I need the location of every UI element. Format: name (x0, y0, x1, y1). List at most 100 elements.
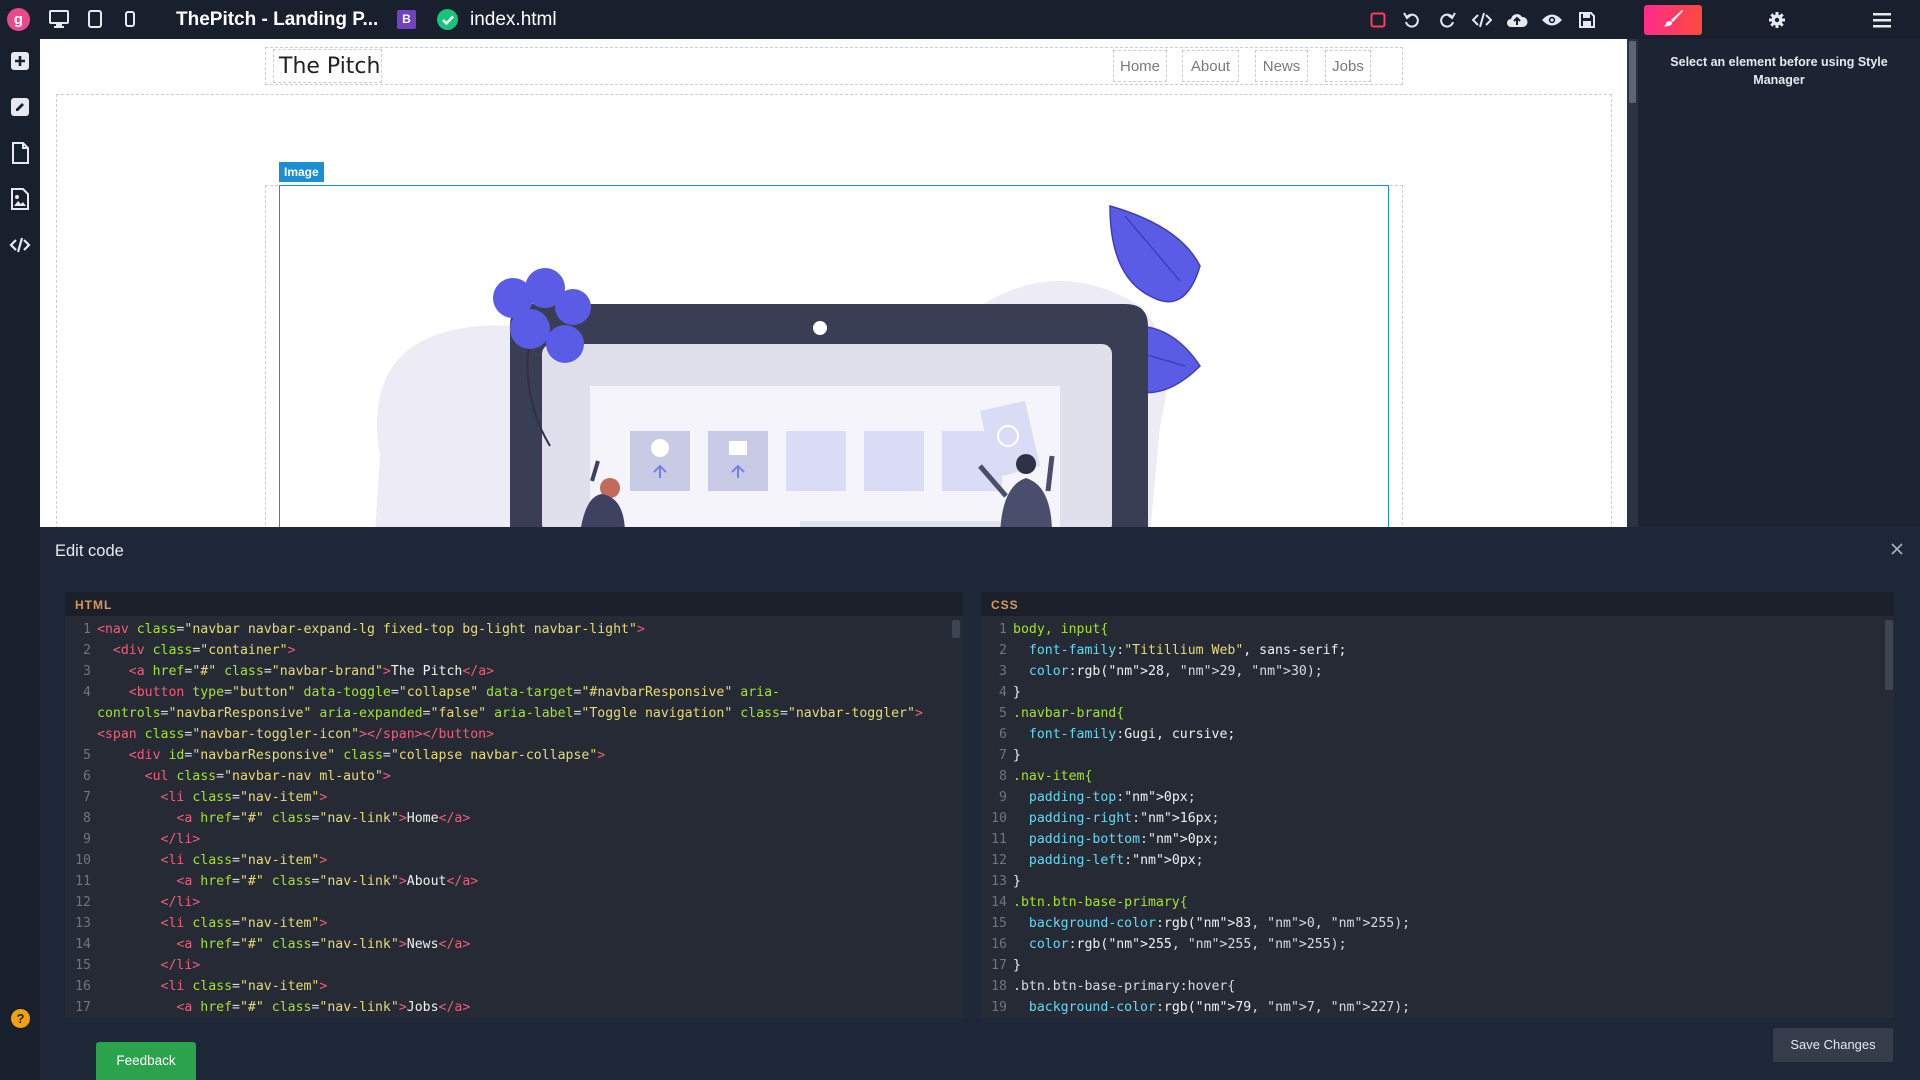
html-code-line[interactable]: 16 <li class="nav-item"> (65, 976, 963, 997)
save-changes-button[interactable]: Save Changes (1773, 1028, 1893, 1062)
code-text: .navbar-brand{ (1013, 706, 1125, 721)
css-code-line[interactable]: 19 background-color:rgb("nm">79, "nm">7,… (981, 997, 1894, 1018)
feedback-button[interactable]: Feedback (96, 1042, 196, 1080)
css-code-line[interactable]: 8 .nav-item{ (981, 766, 1894, 787)
style-manager-button[interactable] (1644, 5, 1702, 35)
css-code-line[interactable]: 13} (981, 871, 1894, 892)
line-number: 16 (75, 979, 91, 994)
bootstrap-badge: B (397, 10, 416, 29)
line-number: 9 (999, 790, 1007, 805)
css-code-line[interactable]: 6 font-family:Gugi, cursive; (981, 724, 1894, 745)
css-code-line[interactable]: 12 padding-left:"nm">0px; (981, 850, 1894, 871)
html-code-line[interactable]: 13 <li class="nav-item"> (65, 913, 963, 934)
edit-code-modal: Edit code HTML 1 <nav class="navbar navba… (40, 527, 1920, 1080)
css-scrollbar[interactable] (1885, 620, 1893, 690)
editor-canvas[interactable]: The Pitch Home About News Jobs Image (40, 39, 1627, 527)
edit-icon[interactable] (9, 96, 31, 118)
css-code-line[interactable]: 3 color:rgb("nm">28, "nm">29, "nm">30); (981, 661, 1894, 682)
code-icon[interactable] (9, 234, 31, 256)
css-code-line[interactable]: 18 .btn.btn-base-primary:hover{ (981, 976, 1894, 997)
add-block-icon[interactable] (9, 50, 31, 72)
css-code-line[interactable]: 2 font-family:"Titillium Web", sans-seri… (981, 640, 1894, 661)
code-text: <div id="navbarResponsive" class="collap… (128, 748, 606, 763)
line-number: 12 (75, 895, 91, 910)
line-number: 3 (83, 664, 91, 679)
line-number: 6 (83, 769, 91, 784)
css-code-line[interactable]: 9 padding-top:"nm">0px; (981, 787, 1894, 808)
line-number: 6 (999, 727, 1007, 742)
html-code-line[interactable]: 14 <a href="#" class="nav-link">News</a> (65, 934, 963, 955)
code-icon[interactable] (1470, 8, 1494, 32)
html-code-line[interactable]: 8 <a href="#" class="nav-link">Home</a> (65, 808, 963, 829)
html-code-line[interactable]: 7 <li class="nav-item"> (65, 787, 963, 808)
hero-image[interactable] (279, 185, 1389, 527)
html-code-line[interactable]: 12 </li> (65, 892, 963, 913)
html-code-line[interactable]: 1 <nav class="navbar navbar-expand-lg fix… (65, 619, 963, 640)
html-editor-panel[interactable]: HTML 1 <nav class="navbar navbar-expand-l… (65, 592, 963, 1018)
save-icon[interactable] (1575, 8, 1599, 32)
html-code-line[interactable]: 6 <ul class="navbar-nav ml-auto"> (65, 766, 963, 787)
project-title: ThePitch - Landing P... (176, 9, 379, 30)
canvas-scrollbar[interactable] (1627, 39, 1638, 527)
css-code-line[interactable]: 14 .btn.btn-base-primary{ (981, 892, 1894, 913)
nav-link-about[interactable]: About (1182, 50, 1239, 82)
nav-link-jobs[interactable]: Jobs (1325, 50, 1371, 82)
html-code-line[interactable]: 15 </li> (65, 955, 963, 976)
html-code-editor[interactable]: 1 <nav class="navbar navbar-expand-lg fix… (65, 616, 963, 1018)
desktop-icon[interactable] (48, 8, 70, 30)
line-number: 15 (991, 916, 1007, 931)
css-code-line[interactable]: 11 padding-bottom:"nm">0px; (981, 829, 1894, 850)
css-code-line[interactable]: 10 padding-right:"nm">16px; (981, 808, 1894, 829)
code-text: } (1013, 685, 1021, 700)
question-icon[interactable]: ? (11, 1009, 30, 1028)
css-code-editor[interactable]: 1 body, input{2 font-family:"Titillium We… (981, 616, 1894, 1018)
eye-icon[interactable] (1540, 8, 1564, 32)
image-gallery-icon[interactable] (9, 188, 31, 210)
tablet-icon[interactable] (84, 8, 106, 30)
close-icon[interactable] (1887, 539, 1907, 559)
css-code-line[interactable]: 7} (981, 745, 1894, 766)
line-number: 13 (991, 874, 1007, 889)
code-text: .btn.btn-base-primary{ (1013, 895, 1188, 910)
cloud-upload-icon[interactable] (1505, 8, 1529, 32)
mobile-icon[interactable] (119, 8, 141, 30)
navbar-brand[interactable]: The Pitch (279, 54, 380, 79)
html-code-line[interactable]: 17 <a href="#" class="nav-link">Jobs</a> (65, 997, 963, 1018)
html-code-line[interactable]: 2 <div class="container"> (65, 640, 963, 661)
app-logo[interactable]: g (7, 8, 30, 31)
nav-link-news[interactable]: News (1255, 50, 1308, 82)
css-code-line[interactable]: 1 body, input{ (981, 619, 1894, 640)
css-code-line[interactable]: 15 background-color:rgb("nm">83, "nm">0,… (981, 913, 1894, 934)
css-editor-panel[interactable]: CSS 1 body, input{2 font-family:"Titilliu… (981, 592, 1894, 1018)
html-code-line[interactable]: 5 <div id="navbarResponsive" class="coll… (65, 745, 963, 766)
line-number: 4 (999, 685, 1007, 700)
css-code-line[interactable]: 17} (981, 955, 1894, 976)
style-manager-panel: Select an element before using Style Man… (1638, 39, 1920, 527)
undo-icon[interactable] (1400, 8, 1424, 32)
file-name[interactable]: index.html (470, 9, 557, 31)
top-toolbar: g ThePitch - Landing P... B index.html (0, 0, 1920, 39)
line-number: 12 (991, 853, 1007, 868)
code-text: padding-right:"nm">16px; (1028, 811, 1220, 826)
css-code-line[interactable]: 5 .navbar-brand{ (981, 703, 1894, 724)
code-text: <li class="nav-item"> (160, 790, 328, 805)
html-code-line[interactable]: 11 <a href="#" class="nav-link">About</a… (65, 871, 963, 892)
square-outline-icon[interactable] (1366, 8, 1390, 32)
css-code-line[interactable]: 4} (981, 682, 1894, 703)
code-text: <ul class="navbar-nav ml-auto"> (144, 769, 391, 784)
code-text: } (1013, 958, 1021, 973)
html-scrollbar[interactable] (952, 620, 960, 638)
html-code-line[interactable]: 4 <button type="button" data-toggle="col… (65, 682, 963, 745)
gear-icon[interactable] (1765, 8, 1789, 32)
html-code-line[interactable]: 10 <li class="nav-item"> (65, 850, 963, 871)
canvas-scrollbar-thumb[interactable] (1629, 41, 1636, 103)
page-icon[interactable] (9, 142, 31, 164)
code-text: background-color:rgb("nm">83, "nm">0, "n… (1028, 916, 1411, 931)
html-code-line[interactable]: 3 <a href="#" class="navbar-brand">The P… (65, 661, 963, 682)
hamburger-icon[interactable] (1870, 8, 1894, 32)
paint-brush-icon (1662, 9, 1684, 32)
css-code-line[interactable]: 16 color:rgb("nm">255, "nm">255, "nm">25… (981, 934, 1894, 955)
redo-icon[interactable] (1435, 8, 1459, 32)
html-code-line[interactable]: 9 </li> (65, 829, 963, 850)
nav-link-home[interactable]: Home (1113, 50, 1167, 82)
